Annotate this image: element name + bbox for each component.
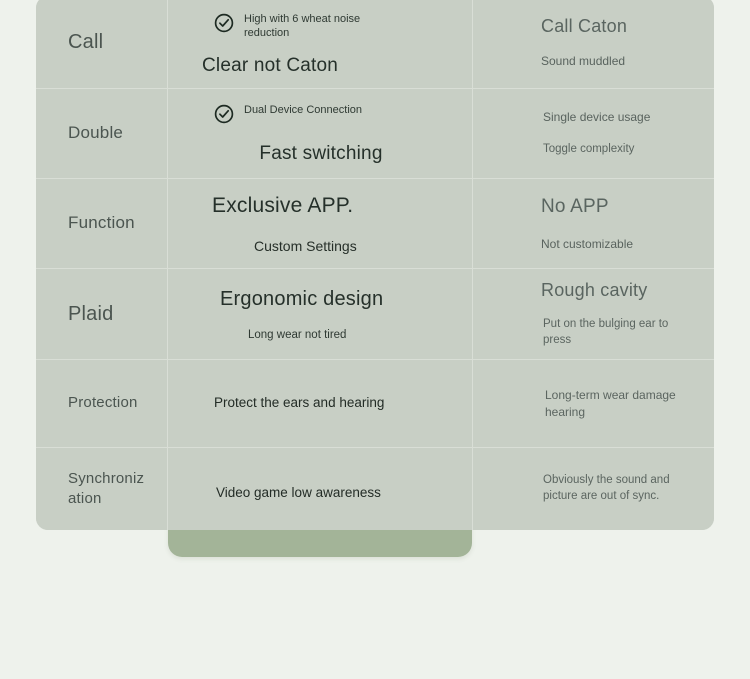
theirs-headline: Call Caton (541, 15, 628, 36)
ours-check-label: Dual Device Connection (244, 103, 363, 116)
ours-cell: Video game low awareness (168, 448, 472, 530)
ours-check-line: Dual Device Connection (214, 103, 362, 124)
feature-label: Function (68, 213, 135, 233)
ours-sub: Long wear not tired (248, 328, 347, 341)
ours-check-label: High with 6 wheat noise reduction (244, 12, 361, 39)
theirs-cell: Rough cavity Put on the bulging ear to p… (472, 269, 714, 359)
feature-cell: Function (36, 179, 168, 268)
ours-body: Protect the ears and hearing (214, 395, 385, 411)
feature-label: Protection (68, 394, 138, 412)
ours-cell: Protect the ears and hearing (168, 360, 472, 447)
table-row: Synchronization Video game low awareness… (36, 448, 714, 530)
theirs-sub: Single device usage (543, 110, 651, 125)
feature-cell: Call (36, 0, 168, 88)
ours-headline: Exclusive APP. (212, 193, 354, 217)
table-row: Call High with 6 wheat noise reduction C… (36, 0, 714, 89)
theirs-sub-secondary: Toggle complexity (543, 142, 635, 155)
ours-headline: Clear not Caton (202, 54, 339, 76)
table-row: Plaid Ergonomic design Long wear not tir… (36, 269, 714, 360)
theirs-body: Obviously the sound and picture are out … (543, 474, 670, 502)
comparison-table: Call High with 6 wheat noise reduction C… (36, 0, 714, 530)
ours-check-line: High with 6 wheat noise reduction (214, 12, 372, 40)
theirs-headline: Rough cavity (541, 280, 648, 301)
ours-cell: High with 6 wheat noise reduction Clear … (168, 0, 472, 88)
ours-cell: Exclusive APP. Custom Settings (168, 179, 472, 268)
theirs-sub: Not customizable (541, 236, 634, 251)
theirs-cell: Call Caton Sound muddled (472, 0, 714, 88)
ours-cell: Ergonomic design Long wear not tired (168, 269, 472, 359)
theirs-cell: Obviously the sound and picture are out … (472, 448, 714, 530)
comparison-table-stage: Call High with 6 wheat noise reduction C… (0, 0, 750, 679)
feature-label: Double (68, 123, 124, 143)
feature-cell: Double (36, 89, 168, 178)
theirs-headline: No APP (541, 196, 609, 218)
ours-body: Video game low awareness (216, 484, 381, 500)
table-row: Double Dual Device Connection Fast switc… (36, 89, 714, 179)
theirs-cell: Long-term wear damage hearing (472, 360, 714, 447)
table-row: Function Exclusive APP. Custom Settings … (36, 179, 714, 269)
feature-label: Synchronization (68, 469, 145, 507)
theirs-sub: Sound muddled (541, 54, 626, 69)
theirs-cell: No APP Not customizable (472, 179, 714, 268)
theirs-cell: Single device usage Toggle complexity (472, 89, 714, 178)
check-circle-icon (214, 13, 234, 33)
feature-label: Plaid (68, 302, 114, 325)
theirs-body: Put on the bulging ear to press (543, 317, 669, 346)
ours-sub: Custom Settings (254, 238, 357, 255)
feature-label: Call (68, 30, 104, 53)
ours-headline: Fast switching (259, 142, 383, 164)
ours-cell: Dual Device Connection Fast switching (168, 89, 472, 178)
theirs-body: Long-term wear damage hearing (545, 387, 676, 419)
ours-headline: Ergonomic design (220, 287, 384, 310)
table-row: Protection Protect the ears and hearing … (36, 360, 714, 448)
check-circle-icon (214, 104, 234, 124)
comparison-table-body: Call High with 6 wheat noise reduction C… (36, 0, 714, 530)
feature-cell: Synchronization (36, 448, 168, 530)
feature-cell: Protection (36, 360, 168, 447)
feature-cell: Plaid (36, 269, 168, 359)
